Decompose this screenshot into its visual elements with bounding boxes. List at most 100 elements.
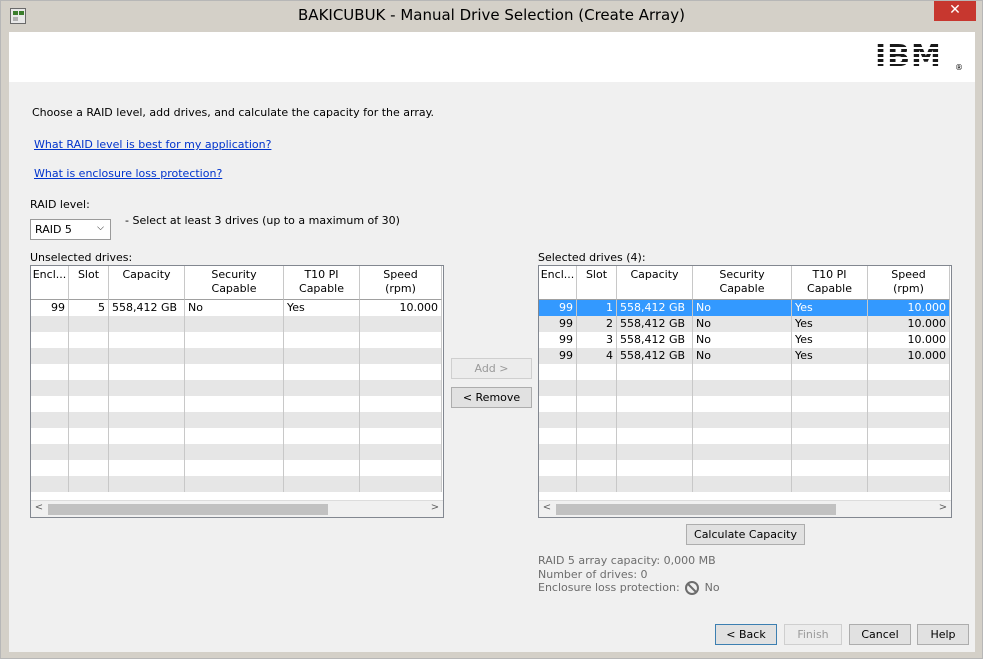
enclosure-help-link[interactable]: What is enclosure loss protection?: [34, 167, 222, 180]
column-header-line: Slot: [585, 268, 608, 281]
scroll-thumb[interactable]: [48, 504, 328, 515]
table-cell: [577, 428, 617, 444]
table-cell: [284, 380, 360, 396]
table-cell: [185, 364, 284, 380]
close-button[interactable]: ✕: [934, 1, 976, 21]
column-header[interactable]: Speed (rpm): [360, 266, 442, 300]
add-button[interactable]: Add >: [451, 358, 532, 379]
table-cell: [360, 364, 442, 380]
table-cell: [539, 412, 577, 428]
column-header[interactable]: Security Capable: [693, 266, 792, 300]
table-cell: [31, 460, 69, 476]
table-cell: [360, 428, 442, 444]
scroll-left-icon[interactable]: <: [539, 502, 555, 513]
table-cell: [360, 412, 442, 428]
column-header[interactable]: Speed (rpm): [868, 266, 950, 300]
table-row[interactable]: [31, 460, 442, 476]
table-row[interactable]: [31, 380, 442, 396]
column-header[interactable]: Slot: [69, 266, 109, 300]
table-row[interactable]: [31, 412, 442, 428]
table-row[interactable]: [539, 396, 950, 412]
table-row[interactable]: [539, 380, 950, 396]
table-row[interactable]: [539, 428, 950, 444]
help-button[interactable]: Help: [917, 624, 969, 645]
column-header[interactable]: Capacity: [617, 266, 693, 300]
table-row[interactable]: [31, 428, 442, 444]
table-row[interactable]: 99 5 558,412 GB No Yes 10.000: [31, 300, 442, 316]
column-header-line: Capable: [807, 282, 852, 295]
scroll-thumb[interactable]: [556, 504, 836, 515]
table-cell: 2: [577, 316, 617, 332]
column-header[interactable]: T10 PI Capable: [792, 266, 868, 300]
title-bar[interactable]: BAKICUBUK - Manual Drive Selection (Crea…: [1, 1, 982, 31]
finish-button[interactable]: Finish: [784, 624, 842, 645]
table-row[interactable]: [539, 412, 950, 428]
array-capacity-text: RAID 5 array capacity: 0,000 MB: [538, 554, 716, 567]
raid-help-link[interactable]: What RAID level is best for my applicati…: [34, 138, 271, 151]
table-row[interactable]: [539, 364, 950, 380]
cancel-button[interactable]: Cancel: [849, 624, 911, 645]
table-cell: [69, 476, 109, 492]
table-cell: [31, 428, 69, 444]
calculate-capacity-button[interactable]: Calculate Capacity: [686, 524, 805, 545]
horizontal-scrollbar[interactable]: < >: [31, 500, 443, 517]
table-cell: [577, 364, 617, 380]
table-cell: [284, 348, 360, 364]
selected-drives-label: Selected drives (4):: [538, 251, 646, 264]
table-cell: [693, 380, 792, 396]
back-button[interactable]: < Back: [715, 624, 777, 645]
table-cell: [617, 444, 693, 460]
table-cell: [69, 444, 109, 460]
column-header[interactable]: Slot: [577, 266, 617, 300]
table-cell: [693, 444, 792, 460]
table-cell: No: [693, 332, 792, 348]
scroll-right-icon[interactable]: >: [427, 502, 443, 513]
table-cell: [109, 428, 185, 444]
table-row[interactable]: [31, 348, 442, 364]
table-row[interactable]: [31, 316, 442, 332]
table-body: 99 5 558,412 GB No Yes 10.000: [31, 300, 442, 492]
column-header[interactable]: Capacity: [109, 266, 185, 300]
table-cell: [868, 364, 950, 380]
dialog-client: IBM ® Choose a RAID level, add drives, a…: [9, 32, 975, 652]
table-row[interactable]: [539, 444, 950, 460]
table-row[interactable]: 99 4 558,412 GB No Yes 10.000: [539, 348, 950, 364]
unselected-drives-label: Unselected drives:: [30, 251, 133, 264]
scroll-left-icon[interactable]: <: [31, 502, 47, 513]
table-row[interactable]: [539, 460, 950, 476]
table-row[interactable]: 99 1 558,412 GB No Yes 10.000: [539, 300, 950, 316]
table-row[interactable]: [31, 444, 442, 460]
selected-drives-table[interactable]: Encl... Slot Capacity Security Capable T10 PI…: [538, 265, 952, 518]
table-row[interactable]: [31, 476, 442, 492]
horizontal-scrollbar[interactable]: < >: [539, 500, 951, 517]
column-header[interactable]: T10 PI Capable: [284, 266, 360, 300]
table-cell: 99: [539, 300, 577, 316]
table-row[interactable]: [31, 396, 442, 412]
table-cell: [109, 460, 185, 476]
table-cell: [185, 476, 284, 492]
unselected-drives-table[interactable]: Encl... Slot Capacity Security Capable T10 PI…: [30, 265, 444, 518]
table-cell: [868, 460, 950, 476]
raid-level-select[interactable]: RAID 5 ⌵: [30, 219, 111, 240]
table-cell: [539, 444, 577, 460]
column-header[interactable]: Security Capable: [185, 266, 284, 300]
table-row[interactable]: [31, 332, 442, 348]
table-cell: [539, 428, 577, 444]
table-row[interactable]: 99 3 558,412 GB No Yes 10.000: [539, 332, 950, 348]
column-header-line: Encl...: [540, 268, 575, 281]
scroll-right-icon[interactable]: >: [935, 502, 951, 513]
table-cell: 99: [31, 300, 69, 316]
table-cell: [617, 428, 693, 444]
table-cell: [109, 396, 185, 412]
table-row[interactable]: [31, 364, 442, 380]
raid-level-label: RAID level:: [30, 198, 90, 211]
table-row[interactable]: [539, 476, 950, 492]
table-cell: [360, 460, 442, 476]
table-cell: Yes: [792, 332, 868, 348]
table-cell: [693, 364, 792, 380]
remove-button[interactable]: < Remove: [451, 387, 532, 408]
table-cell: [284, 428, 360, 444]
table-row[interactable]: 99 2 558,412 GB No Yes 10.000: [539, 316, 950, 332]
column-header[interactable]: Encl...: [31, 266, 69, 300]
column-header[interactable]: Encl...: [539, 266, 577, 300]
